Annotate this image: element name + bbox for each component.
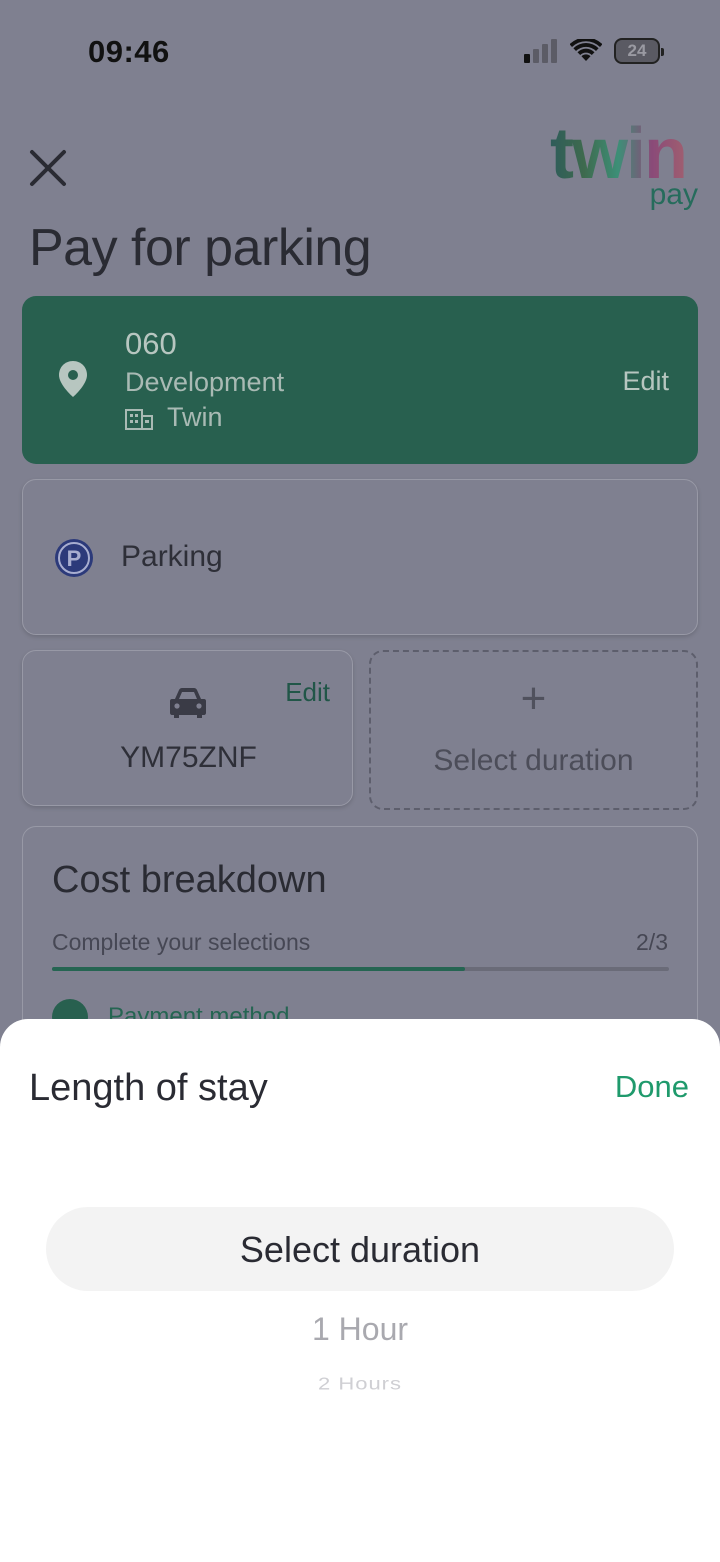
picker-option[interactable]: 2 Hours (0, 1374, 720, 1395)
page-title: Pay for parking (29, 219, 372, 277)
picker-selected-value: Select duration (239, 1229, 481, 1270)
vehicle-edit-button[interactable]: Edit (285, 677, 330, 708)
logo-sub: pay (649, 178, 698, 211)
vehicle-plate: YM75ZNF (120, 741, 257, 774)
location-name: Development (125, 367, 285, 397)
status-icons: 24 (524, 38, 664, 64)
select-duration-card[interactable]: + Select duration (369, 650, 698, 810)
battery-level: 24 (627, 41, 647, 60)
picker-selected-row[interactable]: Select duration (46, 1207, 674, 1291)
location-edit-button[interactable]: Edit (622, 366, 669, 397)
plus-icon: + (520, 674, 547, 723)
progress-fill (52, 967, 466, 971)
screen: 09:46 24 twin pay Pay for parking 060 De… (0, 0, 720, 1562)
select-duration-label: Select duration (433, 744, 634, 777)
location-card[interactable]: 060 Development Twin Edit (22, 296, 698, 464)
parking-icon: P (55, 539, 93, 577)
status-time: 09:46 (88, 34, 170, 69)
building-icon (125, 408, 153, 430)
wifi-icon (570, 39, 602, 61)
sheet-title: Length of stay (29, 1067, 268, 1109)
service-card[interactable]: P Parking (22, 479, 698, 635)
cost-step: 2/3 (636, 929, 668, 955)
service-label: Parking (121, 540, 223, 573)
battery-cap (661, 48, 664, 56)
location-pin-icon (59, 361, 87, 397)
cost-subtitle: Complete your selections (52, 929, 311, 955)
car-icon (170, 688, 206, 718)
picker-option[interactable]: 1 Hour (0, 1311, 720, 1348)
svg-text:P: P (67, 546, 82, 571)
organisation-name: Twin (167, 402, 223, 432)
cost-title: Cost breakdown (52, 859, 327, 901)
done-button[interactable]: Done (615, 1069, 689, 1105)
signal-icon (524, 39, 557, 63)
vehicle-card[interactable]: Edit YM75ZNF (22, 650, 353, 806)
battery-icon: 24 (614, 38, 664, 64)
location-code: 060 (125, 326, 177, 361)
progress-track (52, 967, 669, 971)
length-of-stay-sheet: Length of stay Done Select duration 1 Ho… (0, 1019, 720, 1562)
location-organisation: Twin (125, 402, 223, 433)
twin-pay-logo: twin pay (550, 114, 700, 214)
close-icon[interactable] (28, 148, 68, 188)
